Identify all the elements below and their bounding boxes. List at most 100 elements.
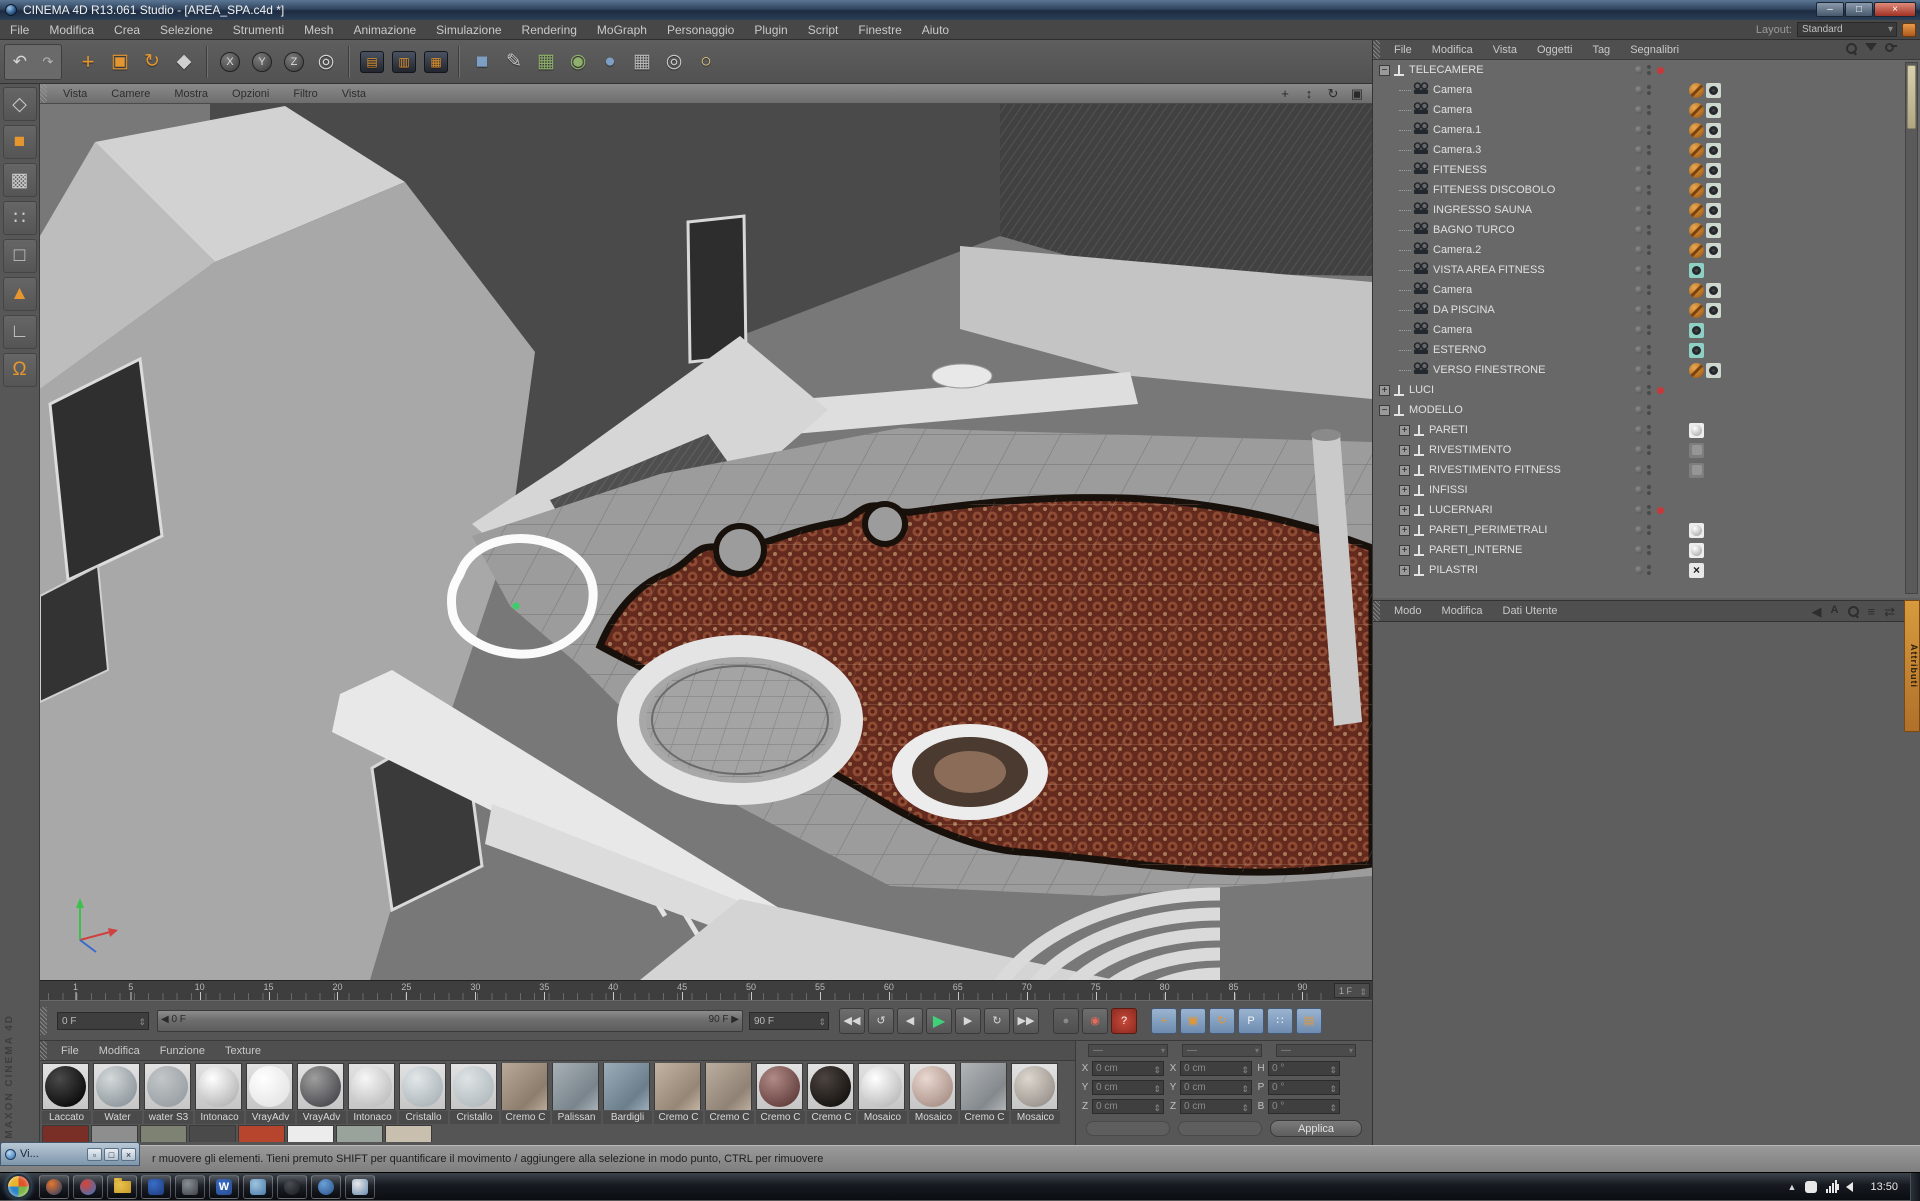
- points-mode-icon[interactable]: ∷: [3, 201, 37, 235]
- menu-item-tag[interactable]: Tag: [1582, 40, 1620, 60]
- visibility-dot-icon[interactable]: [1635, 366, 1643, 374]
- position-dropdown[interactable]: —: [1088, 1044, 1168, 1057]
- key-icon[interactable]: [1885, 43, 1897, 48]
- scrollbar-thumb[interactable]: [1907, 65, 1916, 129]
- visibility-dot-icon[interactable]: [1635, 466, 1643, 474]
- visibility-toggles[interactable]: [1635, 205, 1651, 215]
- object-name[interactable]: Camera: [1433, 84, 1472, 96]
- material-thumbnail[interactable]: [42, 1063, 89, 1110]
- menu-item-opzioni[interactable]: Opzioni: [220, 84, 281, 104]
- expand-toggle-icon[interactable]: +: [1379, 385, 1390, 396]
- visibility-toggles[interactable]: [1635, 545, 1651, 555]
- record-objects-button[interactable]: ●: [1053, 1008, 1079, 1034]
- timeline-ruler[interactable]: 151015202530354045505560657075808590 1 F: [40, 980, 1372, 1000]
- material-item[interactable]: Palissan: [552, 1063, 601, 1124]
- scale-mode-dropdown[interactable]: [1178, 1121, 1262, 1136]
- visibility-toggles[interactable]: [1635, 265, 1651, 275]
- edges-mode-icon[interactable]: □: [3, 239, 37, 273]
- material-tag-icon[interactable]: [1689, 463, 1704, 478]
- search-icon[interactable]: [1846, 43, 1857, 54]
- object-row[interactable]: Camera.2: [1373, 240, 1920, 260]
- filter-icon[interactable]: [1865, 43, 1877, 51]
- object-row[interactable]: + LUCI: [1373, 380, 1920, 400]
- camera-tag-icon[interactable]: [1706, 303, 1721, 318]
- menu-item-aiuto[interactable]: Aiuto: [912, 20, 959, 40]
- object-mode-dropdown[interactable]: [1086, 1121, 1170, 1136]
- object-name[interactable]: INGRESSO SAUNA: [1433, 204, 1532, 216]
- key-rotation-button[interactable]: ↻: [1209, 1008, 1235, 1034]
- play-reverse-button[interactable]: ↺: [868, 1008, 894, 1034]
- render-view-icon[interactable]: ▤: [356, 45, 388, 79]
- render-settings-icon[interactable]: ▦: [420, 45, 452, 79]
- material-item[interactable]: Water: [93, 1063, 142, 1124]
- menu-item-file[interactable]: File: [0, 20, 39, 40]
- cursor-icon[interactable]: A: [1831, 604, 1839, 620]
- object-row[interactable]: −MODELLO: [1373, 400, 1920, 420]
- material-thumbnail[interactable]: [91, 1125, 138, 1142]
- camera-tag-icon[interactable]: [1706, 103, 1721, 118]
- visibility-dot-icon[interactable]: [1635, 166, 1643, 174]
- material-tag-icon[interactable]: [1689, 443, 1704, 458]
- menu-item-segnalibri[interactable]: Segnalibri: [1620, 40, 1689, 60]
- menu-item-modo[interactable]: Modo: [1384, 601, 1432, 621]
- object-name[interactable]: PARETI_INTERNE: [1429, 544, 1522, 556]
- media-center-icon[interactable]: [311, 1175, 341, 1199]
- menu-item-personaggio[interactable]: Personaggio: [657, 20, 744, 40]
- swap-icon[interactable]: ⇄: [1884, 604, 1895, 620]
- object-row[interactable]: +LUCERNARI: [1373, 500, 1920, 520]
- play-button[interactable]: ▶: [926, 1008, 952, 1034]
- material-item[interactable]: Cremo C: [960, 1063, 1009, 1124]
- visibility-toggles[interactable]: [1635, 305, 1651, 315]
- protection-tag-icon[interactable]: [1689, 243, 1704, 258]
- visibility-toggles[interactable]: [1635, 125, 1651, 135]
- lock-x-icon[interactable]: X: [214, 45, 246, 79]
- visibility-toggles[interactable]: [1635, 465, 1651, 475]
- minimize-button[interactable]: ▫: [87, 1148, 102, 1161]
- menu-item-dati-utente[interactable]: Dati Utente: [1493, 601, 1568, 621]
- visibility-dot-icon[interactable]: [1635, 266, 1643, 274]
- material-thumbnail[interactable]: [756, 1063, 803, 1110]
- menu-item-script[interactable]: Script: [798, 20, 849, 40]
- visibility-toggles[interactable]: [1635, 65, 1664, 75]
- object-row[interactable]: +PARETI_INTERNE: [1373, 540, 1920, 560]
- object-row[interactable]: − TELECAMERE: [1373, 60, 1920, 80]
- protection-tag-icon[interactable]: [1689, 223, 1704, 238]
- object-name[interactable]: LUCI: [1409, 384, 1434, 396]
- object-name[interactable]: TELECAMERE: [1409, 64, 1484, 76]
- current-frame-field[interactable]: 0 F: [57, 1012, 149, 1030]
- object-row[interactable]: BAGNO TURCO: [1373, 220, 1920, 240]
- minimize-button[interactable]: –: [1816, 2, 1844, 17]
- cinema4d-icon[interactable]: [277, 1175, 307, 1199]
- protection-tag-icon[interactable]: [1689, 203, 1704, 218]
- material-tag-icon[interactable]: [1689, 523, 1704, 538]
- camera-tag-icon[interactable]: [1706, 163, 1721, 178]
- object-row[interactable]: +RIVESTIMENTO FITNESS: [1373, 460, 1920, 480]
- visibility-dot-icon[interactable]: [1635, 306, 1643, 314]
- object-row[interactable]: ESTERNO: [1373, 340, 1920, 360]
- material-item[interactable]: Cristallo: [399, 1063, 448, 1124]
- goto-end-button[interactable]: ▶▶: [1013, 1008, 1039, 1034]
- object-name[interactable]: DA PISCINA: [1433, 304, 1495, 316]
- expand-toggle-icon[interactable]: +: [1399, 565, 1410, 576]
- visibility-dot-icon[interactable]: [1635, 246, 1643, 254]
- texture-mode-icon[interactable]: ▩: [3, 163, 37, 197]
- object-name[interactable]: FITENESS DISCOBOLO: [1433, 184, 1555, 196]
- drag-handle-icon[interactable]: [40, 1007, 47, 1035]
- protection-tag-icon[interactable]: [1689, 83, 1704, 98]
- material-thumbnail[interactable]: [238, 1125, 285, 1142]
- material-item[interactable]: Bardigli: [603, 1063, 652, 1124]
- visibility-toggles[interactable]: [1635, 385, 1664, 395]
- rotate-tool-icon[interactable]: ↻: [136, 45, 168, 79]
- visibility-toggles[interactable]: [1635, 525, 1651, 535]
- material-thumbnail[interactable]: [501, 1063, 548, 1110]
- menu-item-funzione[interactable]: Funzione: [150, 1041, 215, 1061]
- expand-toggle-icon[interactable]: −: [1379, 65, 1390, 76]
- expand-toggle-icon[interactable]: −: [1379, 405, 1390, 416]
- material-item[interactable]: Laccato: [42, 1063, 91, 1124]
- object-name[interactable]: Camera: [1433, 104, 1472, 116]
- drag-handle-icon[interactable]: [1373, 40, 1380, 59]
- object-row[interactable]: INGRESSO SAUNA: [1373, 200, 1920, 220]
- visibility-dot-icon[interactable]: [1635, 286, 1643, 294]
- menu-item-mograph[interactable]: MoGraph: [587, 20, 657, 40]
- material-thumbnail[interactable]: [654, 1063, 701, 1110]
